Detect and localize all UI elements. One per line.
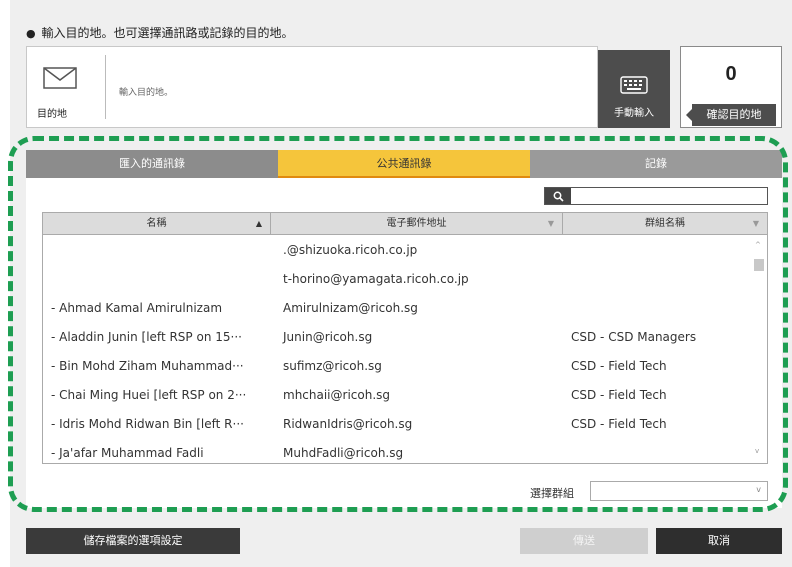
table-row[interactable]: - Aladdin Junin [left RSP on 15··· Junin@… bbox=[43, 322, 751, 351]
group-select[interactable]: v bbox=[590, 481, 768, 501]
column-header-name[interactable]: 名稱 ▲ bbox=[43, 213, 271, 235]
table-row[interactable]: - Idris Mohd Ridwan Bin [left R··· Ridwan… bbox=[43, 409, 751, 438]
cell-name: - Ahmad Kamal Amirulnizam bbox=[51, 300, 223, 315]
table-header: 名稱 ▲ 電子郵件地址 ▼ 群組名稱 ▼ bbox=[43, 213, 767, 235]
table-scrollbar[interactable]: ^ v bbox=[751, 235, 767, 463]
tab-history[interactable]: 記錄 bbox=[530, 150, 782, 178]
send-button[interactable]: 傳送 bbox=[520, 528, 648, 554]
scroll-up-icon[interactable]: ^ bbox=[755, 241, 761, 249]
address-table: 名稱 ▲ 電子郵件地址 ▼ 群組名稱 ▼ .@shizuoka.ricoh.co.jp… bbox=[42, 212, 768, 464]
table-row[interactable]: - Ja'afar Muhammad Fadli MuhdFadli@ricoh.… bbox=[43, 438, 751, 467]
column-header-email[interactable]: 電子郵件地址 ▼ bbox=[271, 213, 563, 235]
save-file-options-button[interactable]: 儲存檔案的選項設定 bbox=[26, 528, 240, 554]
tab-imported-address-book[interactable]: 匯入的通訊錄 bbox=[26, 150, 278, 178]
sort-dropdown-icon: ▼ bbox=[752, 219, 759, 228]
column-group-label: 群組名稱 bbox=[645, 218, 685, 229]
sort-ascending-icon: ▲ bbox=[255, 219, 262, 228]
cancel-button[interactable]: 取消 bbox=[656, 528, 782, 554]
cell-group: CSD - Field Tech bbox=[571, 358, 667, 373]
destination-count: 0 bbox=[725, 63, 737, 85]
cell-group: CSD - Field Tech bbox=[571, 416, 667, 431]
cell-email: .@shizuoka.ricoh.co.jp bbox=[283, 242, 418, 257]
scroll-down-icon[interactable]: v bbox=[755, 447, 759, 455]
cell-name: - Bin Mohd Ziham Muhammad··· bbox=[51, 358, 244, 373]
address-book-tabs: 匯入的通訊錄 公共通訊錄 記錄 bbox=[26, 150, 782, 178]
cell-name: - Aladdin Junin [left RSP on 15··· bbox=[51, 329, 242, 344]
bullet-icon: ● bbox=[26, 27, 36, 40]
cell-email: RidwanIdris@ricoh.sg bbox=[283, 416, 413, 431]
tab-public-address-book[interactable]: 公共通訊錄 bbox=[278, 150, 530, 178]
destination-box[interactable]: 目的地 輸入目的地。 bbox=[26, 46, 598, 128]
cell-name: - Chai Ming Huei [left RSP on 2··· bbox=[51, 387, 247, 402]
table-row[interactable]: .@shizuoka.ricoh.co.jp bbox=[43, 235, 751, 264]
instruction-label: 輸入目的地。也可選擇通訊路或記錄的目的地。 bbox=[41, 26, 294, 40]
table-row[interactable]: - Ahmad Kamal Amirulnizam Amirulnizam@ric… bbox=[43, 293, 751, 322]
keyboard-icon bbox=[620, 76, 648, 97]
table-body: .@shizuoka.ricoh.co.jp t-horino@yamagata… bbox=[43, 235, 751, 467]
sort-dropdown-icon: ▼ bbox=[547, 219, 554, 228]
cell-email: MuhdFadli@ricoh.sg bbox=[283, 445, 404, 460]
column-email-label: 電子郵件地址 bbox=[386, 218, 447, 229]
cell-group: CSD - Field Tech bbox=[571, 387, 667, 402]
manual-input-label: 手動輸入 bbox=[614, 108, 654, 119]
scrollbar-thumb[interactable] bbox=[754, 259, 764, 271]
instruction-text: ● 輸入目的地。也可選擇通訊路或記錄的目的地。 bbox=[26, 24, 293, 41]
divider bbox=[105, 55, 106, 119]
table-row[interactable]: t-horino@yamagata.ricoh.co.jp bbox=[43, 264, 751, 293]
destination-input[interactable]: 輸入目的地。 bbox=[119, 85, 173, 98]
confirm-destination-button[interactable]: 確認目的地 bbox=[692, 104, 776, 126]
cell-name: - Ja'afar Muhammad Fadli bbox=[51, 445, 204, 460]
search-icon[interactable] bbox=[545, 188, 571, 204]
cell-email: Junin@ricoh.sg bbox=[283, 329, 373, 344]
destination-label: 目的地 bbox=[37, 109, 67, 120]
table-row[interactable]: - Bin Mohd Ziham Muhammad··· sufimz@ricoh… bbox=[43, 351, 751, 380]
cell-name: - Idris Mohd Ridwan Bin [left R··· bbox=[51, 416, 244, 431]
column-header-group[interactable]: 群組名稱 ▼ bbox=[563, 213, 767, 235]
column-name-label: 名稱 bbox=[146, 218, 167, 229]
cell-email: t-horino@yamagata.ricoh.co.jp bbox=[283, 271, 469, 286]
envelope-icon bbox=[43, 67, 77, 93]
manual-input-button[interactable]: 手動輸入 bbox=[598, 50, 670, 128]
cell-email: sufimz@ricoh.sg bbox=[283, 358, 382, 373]
cell-email: mhchaii@ricoh.sg bbox=[283, 387, 391, 402]
cell-group: CSD - CSD Managers bbox=[571, 329, 697, 344]
table-row[interactable]: - Chai Ming Huei [left RSP on 2··· mhchai… bbox=[43, 380, 751, 409]
search-input[interactable] bbox=[544, 187, 768, 205]
cell-email: Amirulnizam@ricoh.sg bbox=[283, 300, 418, 315]
chevron-down-icon: v bbox=[756, 485, 761, 494]
group-select-label: 選擇群組 bbox=[530, 487, 574, 500]
